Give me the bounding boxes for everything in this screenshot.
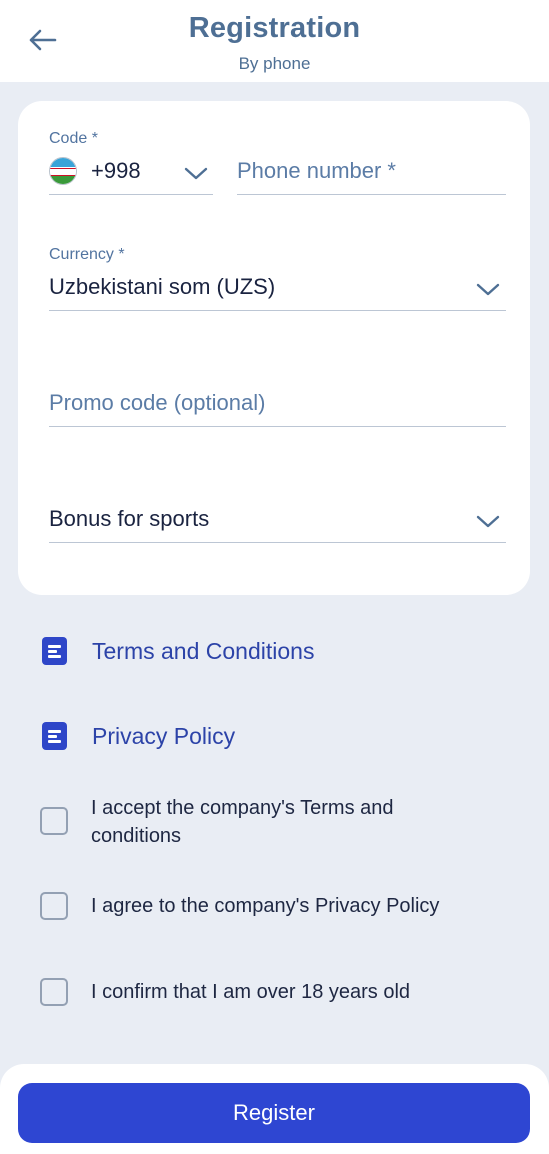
code-label: Code * <box>49 130 98 147</box>
chevron-down-icon <box>476 283 500 296</box>
promo-underline <box>49 426 506 427</box>
accept-terms-checkbox-row[interactable]: I accept the company's Terms and conditi… <box>40 794 471 850</box>
privacy-agree-checkbox-row[interactable]: I agree to the company's Privacy Policy <box>40 892 471 920</box>
country-code-select[interactable]: +998 <box>49 153 213 195</box>
register-button[interactable]: Register <box>18 1083 530 1143</box>
app-header: Registration By phone <box>0 0 549 82</box>
bonus-underline <box>49 542 506 543</box>
currency-underline <box>49 310 506 311</box>
uzbekistan-flag-icon <box>49 157 77 185</box>
terms-link-label: Terms and Conditions <box>92 637 315 664</box>
code-underline <box>49 194 213 195</box>
bonus-select[interactable]: Bonus for sports <box>49 501 506 543</box>
age-confirm-label: I confirm that I am over 18 years old <box>91 981 411 1003</box>
terms-link[interactable]: Terms and Conditions <box>42 637 314 665</box>
accept-terms-checkbox[interactable] <box>40 807 68 835</box>
age-confirm-checkbox-row[interactable]: I confirm that I am over 18 years old <box>40 978 471 1006</box>
chevron-down-icon <box>476 515 500 528</box>
registration-form-card: Code * +998 Phone number * Currency * Uz… <box>18 101 530 595</box>
privacy-agree-checkbox[interactable] <box>40 892 68 920</box>
bonus-value: Bonus for sports <box>49 506 210 531</box>
country-code-value: +998 <box>91 158 141 183</box>
phone-underline <box>237 194 506 195</box>
privacy-link-label: Privacy Policy <box>92 722 236 749</box>
promo-code-input[interactable]: Promo code (optional) <box>49 390 265 416</box>
page-title: Registration <box>188 12 361 44</box>
age-confirm-checkbox[interactable] <box>40 978 68 1006</box>
chevron-down-icon <box>184 167 208 180</box>
page-subtitle: By phone <box>238 54 311 73</box>
phone-number-input[interactable]: Phone number * <box>237 158 396 184</box>
currency-label: Currency * <box>49 246 125 263</box>
accept-terms-label: I accept the company's Terms and conditi… <box>91 797 394 847</box>
privacy-agree-label: I agree to the company's Privacy Policy <box>91 895 440 917</box>
privacy-policy-link[interactable]: Privacy Policy <box>42 722 235 750</box>
currency-value: Uzbekistani som (UZS) <box>49 274 276 299</box>
document-icon <box>42 637 67 665</box>
currency-select[interactable]: Uzbekistani som (UZS) <box>49 269 506 311</box>
footer-bar: Register <box>0 1064 549 1154</box>
document-icon <box>42 722 67 750</box>
